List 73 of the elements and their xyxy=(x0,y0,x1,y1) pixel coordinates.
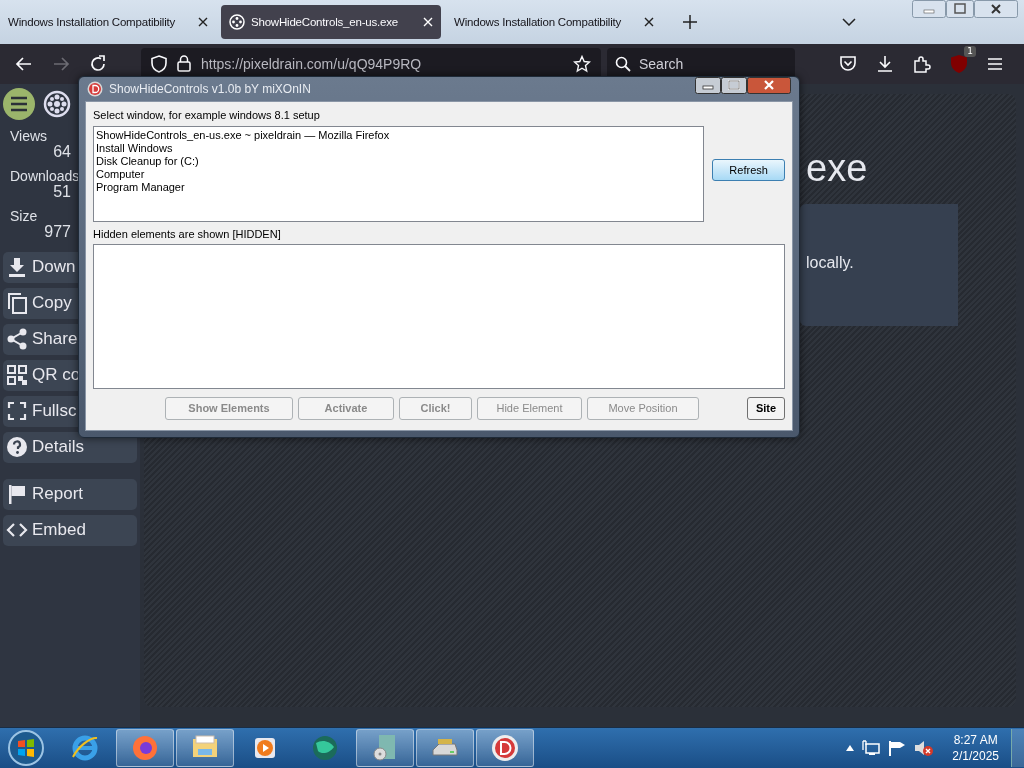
taskbar-button[interactable] xyxy=(356,729,414,767)
url-text: https://pixeldrain.com/u/qQ94P9RQ xyxy=(201,55,423,72)
sidebar-button[interactable]: Embed xyxy=(3,514,137,546)
tab-title: Windows Installation Compatibility xyxy=(8,15,177,28)
start-button[interactable] xyxy=(6,729,46,767)
qr-icon xyxy=(6,364,28,387)
menu-icon[interactable] xyxy=(987,56,1003,71)
stat-label: Size xyxy=(9,208,38,224)
tab-title: Windows Installation Compatibility xyxy=(454,15,623,28)
share-icon xyxy=(6,328,28,351)
browser-tab[interactable]: ShowHideControls_en-us.exe xyxy=(221,4,441,39)
lock-icon[interactable] xyxy=(177,55,191,73)
search-icon xyxy=(615,55,631,72)
list-item[interactable]: Disk Cleanup for (C:) xyxy=(96,154,702,168)
taskbar-button[interactable] xyxy=(476,729,534,767)
taskbar-button[interactable] xyxy=(116,729,174,767)
fullscreen-icon xyxy=(6,400,28,423)
tab-title: ShowHideControls_en-us.exe xyxy=(251,15,399,28)
shield-icon[interactable] xyxy=(151,54,167,73)
stat-label: Views xyxy=(9,128,48,144)
close-icon[interactable] xyxy=(644,16,654,27)
film-reel-icon[interactable] xyxy=(43,89,71,118)
browser-tab[interactable]: Windows Installation Compatibility xyxy=(0,4,216,39)
notification-badge: 1 xyxy=(964,45,976,57)
stat-value: 64 xyxy=(52,143,71,160)
close-icon[interactable] xyxy=(974,0,1018,18)
list-item[interactable]: ShowHideControls_en-us.exe ~ pixeldrain — Mozilla Firefox xyxy=(96,128,702,142)
flag-icon[interactable] xyxy=(888,740,907,756)
pocket-icon[interactable] xyxy=(839,55,857,72)
up-arrow-icon[interactable] xyxy=(846,745,855,751)
app-icon xyxy=(87,80,103,97)
list-item[interactable]: Install Windows xyxy=(96,141,702,155)
window-list[interactable]: ShowHideControls_en-us.exe ~ pixeldrain — Mozilla Firefox Install Windows Disk Cleanup for (C:) Computer Program Manager xyxy=(93,125,705,222)
network-icon[interactable] xyxy=(862,740,881,756)
globe-icon xyxy=(310,733,340,763)
site-button[interactable]: Site xyxy=(747,396,785,420)
puzzle-icon[interactable] xyxy=(913,54,931,73)
list-item[interactable]: Computer xyxy=(96,167,702,181)
stat-value: 977 xyxy=(43,223,71,240)
field-label: Select window, for example windows 8.1 setup xyxy=(93,107,321,122)
chevron-down-icon[interactable] xyxy=(842,17,856,26)
menu-icon[interactable] xyxy=(3,87,35,120)
fox-globe-icon xyxy=(130,733,160,763)
clock-time[interactable]: 8:27 AM xyxy=(953,732,998,748)
dialog-title: ShowHideControls v1.0b bY miXOnIN xyxy=(109,81,312,96)
download-icon[interactable] xyxy=(876,54,894,73)
close-icon[interactable] xyxy=(747,76,791,94)
details-icon xyxy=(6,436,28,459)
close-icon[interactable] xyxy=(198,16,208,27)
browser-tab[interactable]: Windows Installation Compatibility xyxy=(446,4,662,39)
report-icon xyxy=(6,483,28,506)
field-label: Hidden elements are shown [HIDDEN] xyxy=(93,226,282,241)
copy-icon xyxy=(6,292,28,315)
reload-icon[interactable] xyxy=(89,54,107,73)
stat-value: 51 xyxy=(52,183,71,200)
info-text: locally. xyxy=(806,253,854,271)
back-arrow-icon[interactable] xyxy=(15,54,33,73)
minimize-icon[interactable] xyxy=(695,76,721,94)
taskbar-button[interactable] xyxy=(416,729,474,767)
taskbar-button[interactable] xyxy=(176,729,234,767)
list-item[interactable]: Program Manager xyxy=(96,180,702,194)
new-tab-icon[interactable] xyxy=(683,14,697,29)
d-logo-icon xyxy=(490,733,520,763)
e-logo-icon xyxy=(70,733,100,763)
maximize-icon[interactable] xyxy=(721,76,747,94)
muted-speaker-icon[interactable] xyxy=(914,739,935,757)
clock-date[interactable]: 2/1/2025 xyxy=(952,748,999,764)
refresh-button[interactable]: Refresh xyxy=(712,158,785,181)
stat-label: Downloads xyxy=(9,168,80,184)
star-icon[interactable] xyxy=(573,54,591,73)
download-icon xyxy=(6,256,28,279)
sidebar-button[interactable]: Report xyxy=(3,478,137,510)
file-title: exe xyxy=(806,145,869,190)
